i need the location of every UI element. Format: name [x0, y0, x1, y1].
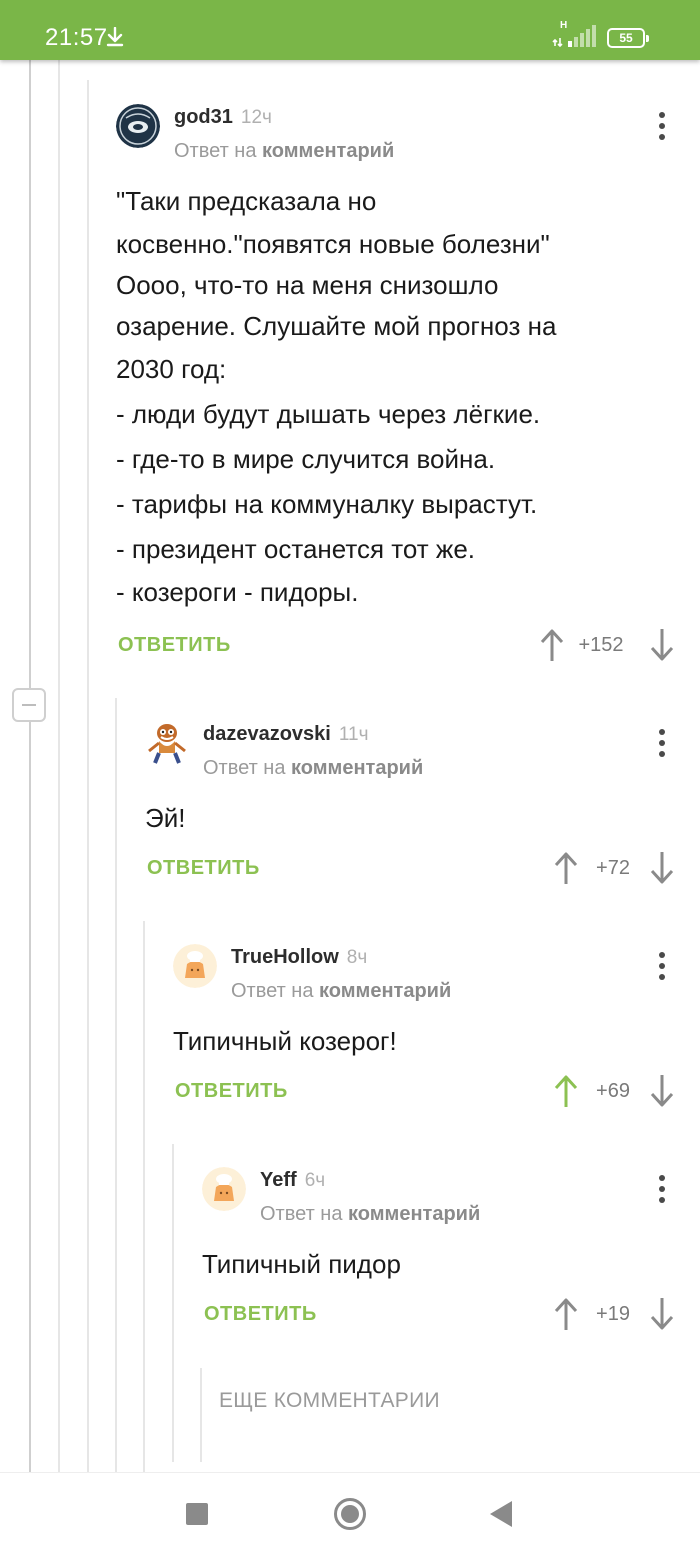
comment-rating: +19: [596, 1303, 630, 1325]
comment-author[interactable]: dazevazovski 11ч: [203, 723, 368, 746]
download-icon: [106, 27, 124, 47]
comment-line: Типичный пидор: [202, 1249, 401, 1279]
comment-author[interactable]: god31 12ч: [174, 106, 272, 129]
avatar-image: [202, 1167, 246, 1211]
comment-author[interactable]: TrueHollow 8ч: [231, 946, 367, 969]
reply-button[interactable]: ОТВЕТИТЬ: [147, 857, 260, 880]
more-options-icon[interactable]: [652, 952, 672, 982]
comment-rating: +152: [578, 634, 624, 656]
comment-line: - тарифы на коммуналку вырастут.: [116, 489, 538, 519]
downvote-arrow-icon[interactable]: [650, 851, 674, 885]
more-options-icon[interactable]: [652, 1175, 672, 1205]
comment-line: - люди будут дышать через лёгкие.: [116, 399, 541, 429]
avatar-image: [116, 104, 160, 148]
avatar-image: [173, 944, 217, 988]
comment: Yeff 6ч Ответ на комментарий Типичный пид…: [202, 1167, 700, 1337]
comment-line: "Таки предсказала но: [116, 186, 377, 216]
thread-line[interactable]: [200, 1368, 202, 1462]
reply-to-prefix: Ответ на: [260, 1203, 343, 1225]
author-name[interactable]: god31: [174, 106, 233, 128]
comment-time: 6ч: [304, 1170, 326, 1191]
comment-line: озарение. Слушайте мой прогноз на: [116, 311, 557, 341]
comment-line: косвенно."появятся новые болезни": [116, 229, 550, 259]
more-comments-button[interactable]: ЕЩЕ КОММЕНТАРИИ: [219, 1389, 440, 1413]
more-options-icon[interactable]: [652, 729, 672, 759]
status-time: 21:57: [45, 24, 108, 51]
comment-line: Оооо, что-то на меня снизошло: [116, 270, 499, 300]
comment-line: - где-то в мире случится война.: [116, 444, 496, 474]
back-icon[interactable]: [490, 1501, 512, 1527]
reply-to-prefix: Ответ на: [231, 980, 314, 1002]
downvote-arrow-icon[interactable]: [650, 1297, 674, 1331]
reply-to: Ответ на комментарий: [203, 757, 423, 780]
comment: god31 12ч Ответ на комментарий "Таки пред…: [116, 104, 700, 664]
reply-to: Ответ на комментарий: [260, 1203, 480, 1226]
reply-to-prefix: Ответ на: [174, 140, 257, 162]
navigation-bar: [0, 1472, 700, 1556]
collapse-thread-button[interactable]: [12, 688, 46, 722]
reply-to-prefix: Ответ на: [203, 757, 286, 779]
thread-line[interactable]: [58, 60, 60, 1472]
comment-line: - президент останется тот же.: [116, 534, 475, 564]
avatar[interactable]: [145, 721, 189, 765]
vote-controls: +152: [514, 628, 674, 664]
thread-line[interactable]: [172, 1144, 174, 1462]
reply-to-link[interactable]: комментарий: [291, 757, 423, 779]
home-icon[interactable]: [334, 1498, 366, 1530]
comment-line: 2030 год:: [116, 354, 227, 384]
thread-line[interactable]: [29, 60, 31, 688]
comment-line: - козероги - пидоры.: [116, 577, 359, 607]
reply-button[interactable]: ОТВЕТИТЬ: [204, 1303, 317, 1326]
recent-apps-icon[interactable]: [186, 1503, 208, 1525]
avatar-image: [148, 724, 186, 764]
comment-line: Типичный козерог!: [173, 1026, 397, 1056]
more-options-icon[interactable]: [652, 112, 672, 142]
avatar[interactable]: [202, 1167, 246, 1211]
upvote-arrow-icon[interactable]: [554, 1074, 578, 1108]
battery-icon: 55: [607, 28, 649, 48]
comment-text: "Таки предсказала но косвенно."появятся …: [116, 180, 556, 614]
upvote-arrow-icon[interactable]: [554, 1297, 578, 1331]
status-bar: 21:57 H 55: [0, 0, 700, 60]
comment-time: 12ч: [240, 107, 272, 128]
avatar[interactable]: [173, 944, 217, 988]
comment: dazevazovski 11ч Ответ на комментарий Эй!…: [145, 721, 700, 891]
comment-rating: +69: [596, 1080, 630, 1102]
comment-text: Эй!: [145, 797, 185, 840]
upvote-arrow-icon[interactable]: [554, 851, 578, 885]
reply-to-link[interactable]: комментарий: [319, 980, 451, 1002]
author-name[interactable]: Yeff: [260, 1169, 297, 1191]
vote-controls: +69: [536, 1074, 674, 1110]
signal-icon: [552, 25, 596, 48]
thread-line[interactable]: [115, 698, 117, 1472]
thread-line[interactable]: [29, 722, 31, 1472]
avatar[interactable]: [116, 104, 160, 148]
comment-rating: +72: [596, 857, 630, 879]
reply-button[interactable]: ОТВЕТИТЬ: [118, 634, 231, 657]
comment-line: Эй!: [145, 803, 186, 833]
downvote-arrow-icon[interactable]: [650, 1074, 674, 1108]
vote-controls: +72: [536, 851, 674, 887]
reply-to-link[interactable]: комментарий: [262, 140, 394, 162]
comment: TrueHollow 8ч Ответ на комментарий Типичн…: [173, 944, 700, 1114]
comment-time: 11ч: [338, 724, 369, 745]
vote-controls: +19: [536, 1297, 674, 1333]
comment-text: Типичный козерог!: [173, 1020, 397, 1063]
thread-line[interactable]: [143, 921, 145, 1472]
reply-to-link[interactable]: комментарий: [348, 1203, 480, 1225]
reply-to: Ответ на комментарий: [231, 980, 451, 1003]
author-name[interactable]: TrueHollow: [231, 946, 339, 968]
thread-line[interactable]: [87, 80, 89, 1472]
downvote-arrow-icon[interactable]: [650, 628, 674, 662]
author-name[interactable]: dazevazovski: [203, 723, 331, 745]
reply-to: Ответ на комментарий: [174, 140, 394, 163]
upvote-arrow-icon[interactable]: [540, 628, 564, 662]
comment-time: 8ч: [346, 947, 368, 968]
comment-author[interactable]: Yeff 6ч: [260, 1169, 325, 1192]
comment-text: Типичный пидор: [202, 1243, 401, 1286]
reply-button[interactable]: ОТВЕТИТЬ: [175, 1080, 288, 1103]
